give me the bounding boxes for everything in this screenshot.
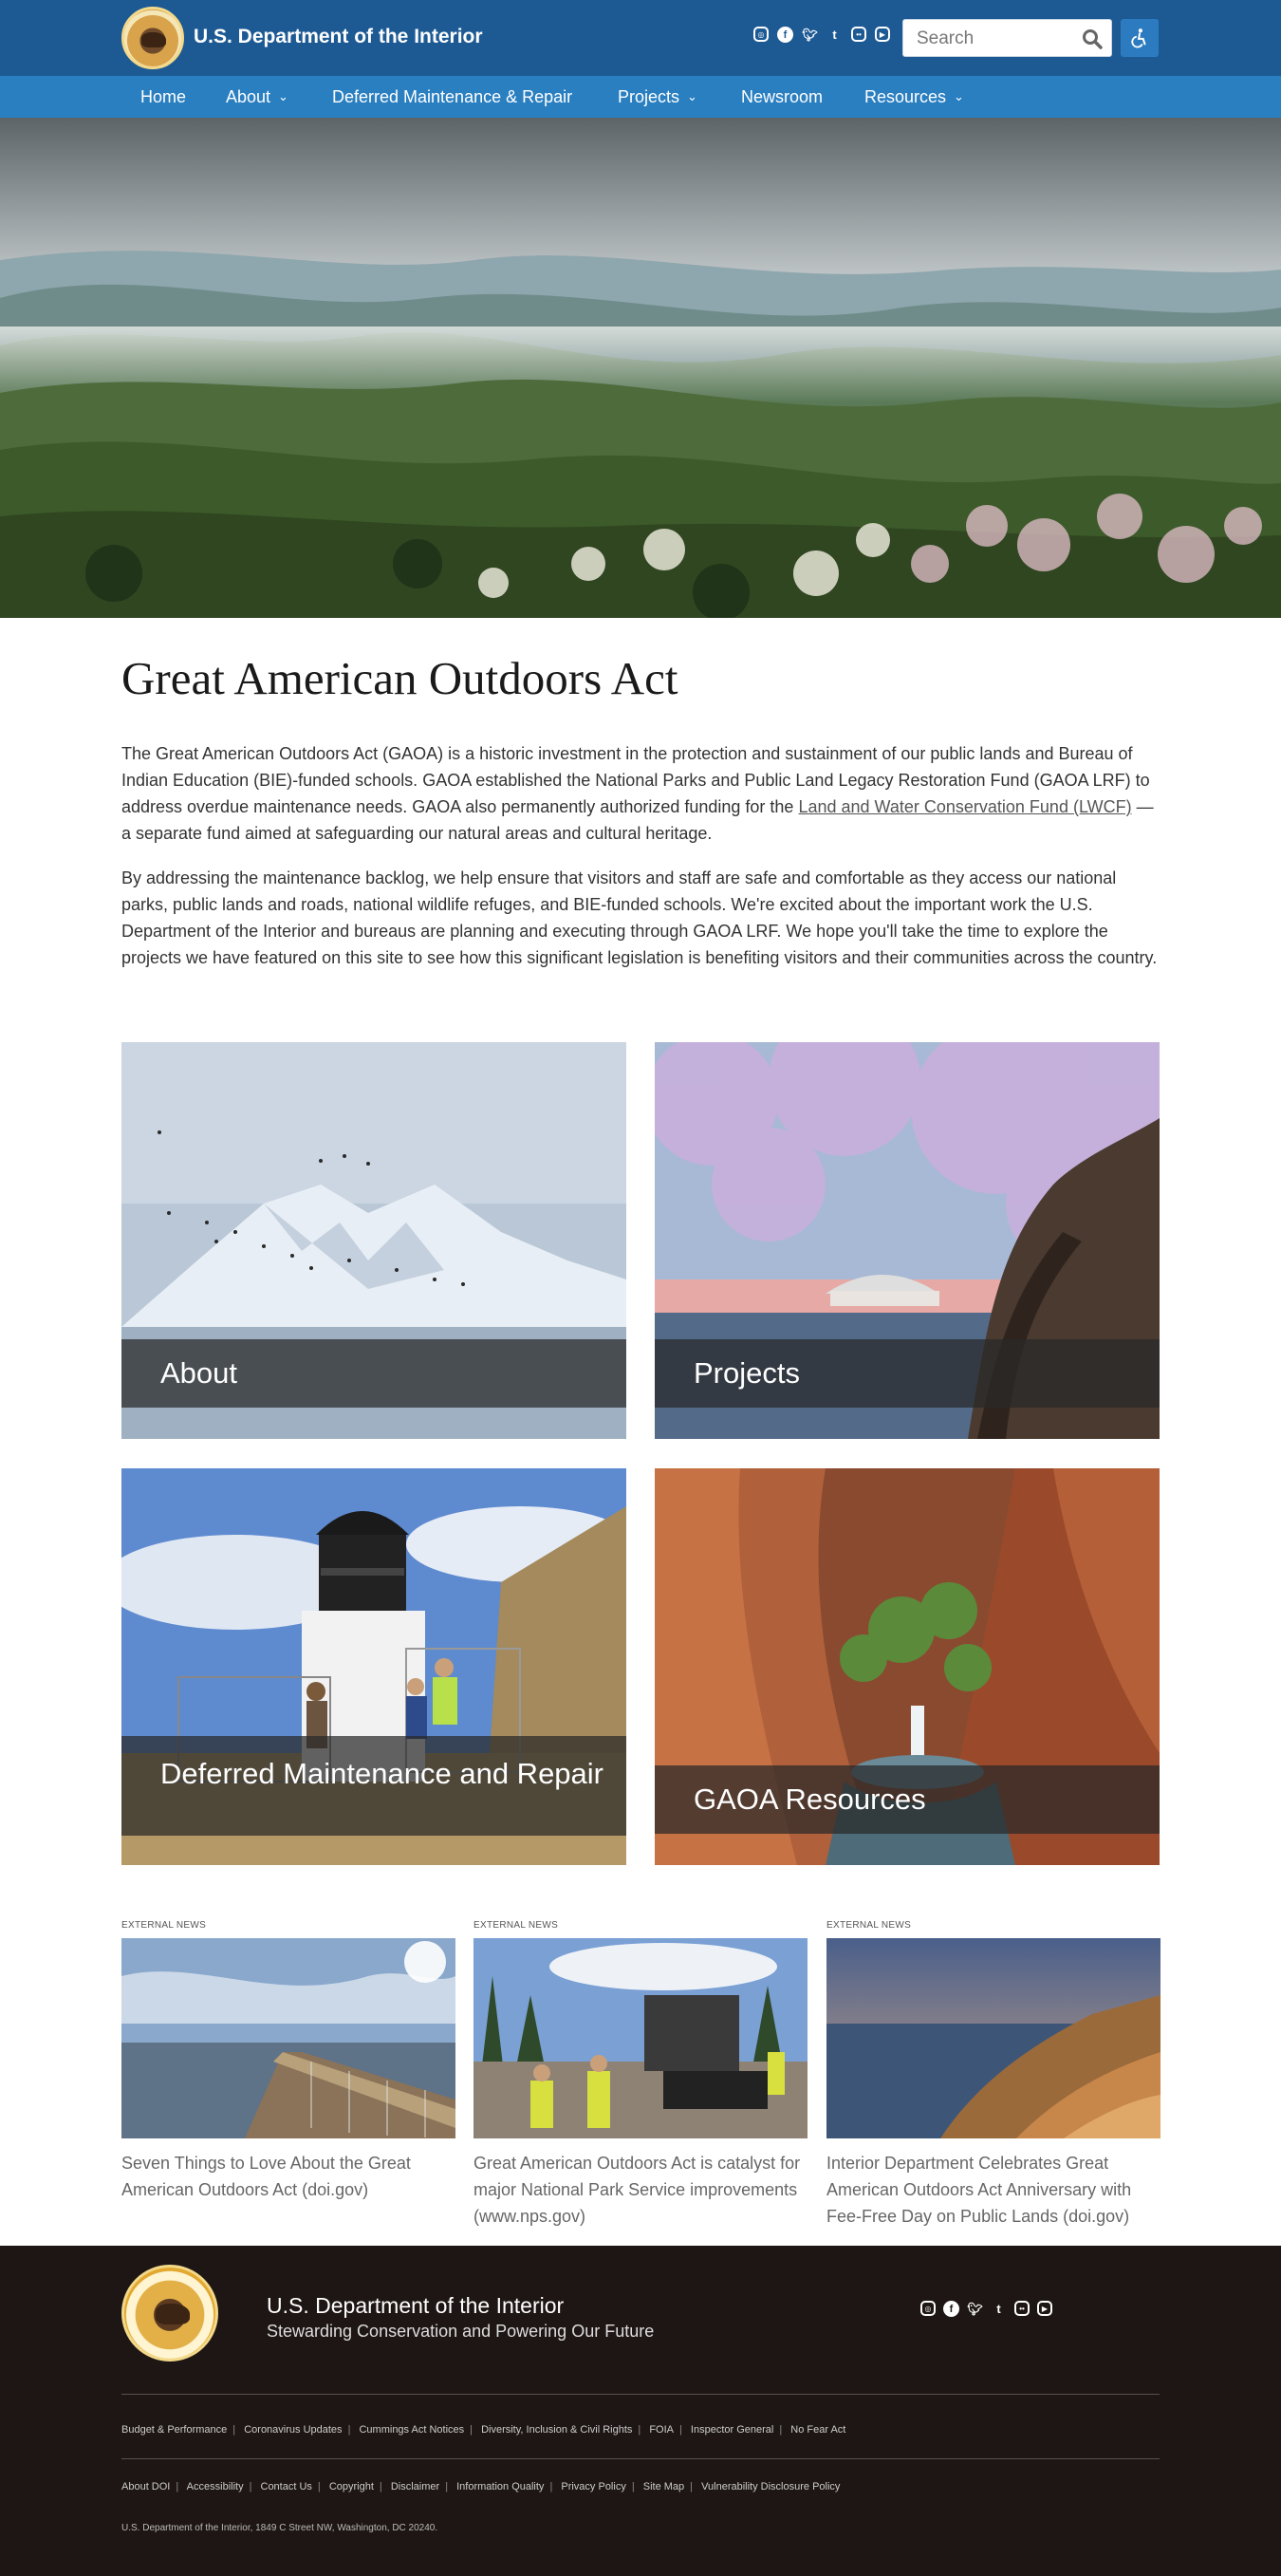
footer-social-links: ◎ f 🐦︎ t •• ▶ <box>920 2301 1052 2317</box>
social-links: ◎ f 🐦︎ t •• ▶ <box>753 27 890 43</box>
flickr-icon[interactable]: •• <box>1014 2301 1030 2316</box>
footer-link[interactable]: About DOI <box>121 2481 170 2492</box>
news-title-link[interactable]: Great American Outdoors Act is catalyst … <box>473 2150 808 2230</box>
accessibility-icon <box>1131 28 1146 48</box>
footer-link[interactable]: Site Map <box>643 2481 684 2492</box>
doi-seal-logo[interactable] <box>121 2265 218 2361</box>
footer-link[interactable]: Information Quality <box>456 2481 544 2492</box>
card-gaoa-resources-label: GAOA Resources <box>694 1783 926 1816</box>
footer-link[interactable]: Contact Us <box>261 2481 312 2492</box>
footer-links-secondary: About DOI | Accessibility | Contact Us | Co… <box>121 2481 841 2492</box>
tumblr-icon[interactable]: t <box>826 27 843 43</box>
news-kicker: EXTERNAL NEWS <box>121 1920 207 1931</box>
card-deferred-maintenance[interactable]: Deferred Maintenance and Repair <box>121 1468 626 1865</box>
flickr-icon[interactable]: •• <box>851 27 866 42</box>
footer-link[interactable]: Cummings Act Notices <box>359 2424 464 2436</box>
search-input[interactable] <box>917 28 1078 49</box>
lwcf-link[interactable]: Land and Water Conservation Fund (LWCF) <box>798 797 1131 816</box>
instagram-icon[interactable]: ◎ <box>920 2301 936 2316</box>
youtube-icon[interactable]: ▶ <box>875 27 890 42</box>
news-image[interactable] <box>473 1938 808 2138</box>
nav-item-deferred-maintenance[interactable]: Deferred Maintenance & Repair <box>332 76 572 118</box>
doi-seal-logo[interactable] <box>121 7 184 69</box>
footer-link[interactable]: FOIA <box>649 2424 674 2436</box>
nav-item-resources[interactable]: Resources ⌄ <box>864 76 964 118</box>
news-title-link[interactable]: Seven Things to Love About the Great Ame… <box>121 2150 455 2203</box>
footer-link[interactable]: No Fear Act <box>790 2424 845 2436</box>
footer-address: U.S. Department of the Interior, 1849 C … <box>121 2523 438 2533</box>
footer-link[interactable]: Privacy Policy <box>561 2481 625 2492</box>
card-gaoa-resources[interactable]: GAOA Resources <box>655 1468 1160 1865</box>
instagram-icon[interactable]: ◎ <box>753 27 769 42</box>
footer-link[interactable]: Coronavirus Updates <box>244 2424 342 2436</box>
footer-link[interactable]: Vulnerability Disclosure Policy <box>701 2481 840 2492</box>
card-about[interactable]: About <box>121 1042 626 1439</box>
twitter-icon[interactable]: 🐦︎ <box>967 2301 983 2317</box>
chevron-down-icon: ⌄ <box>278 89 288 103</box>
youtube-icon[interactable]: ▶ <box>1037 2301 1052 2316</box>
footer-title: U.S. Department of the Interior <box>267 2293 565 2318</box>
page-title: Great American Outdoors Act <box>121 652 678 704</box>
accessibility-button[interactable] <box>1121 19 1159 57</box>
footer-link[interactable]: Disclaimer <box>391 2481 439 2492</box>
twitter-icon[interactable]: 🐦︎ <box>802 27 818 43</box>
nav-item-about[interactable]: About ⌄ <box>226 76 288 118</box>
hero-image <box>0 118 1281 618</box>
footer-links-primary: Budget & Performance | Coronavirus Update… <box>121 2424 846 2436</box>
site-title[interactable]: U.S. Department of the Interior <box>194 26 483 48</box>
tumblr-icon[interactable]: t <box>991 2301 1007 2317</box>
footer-link[interactable]: Inspector General <box>691 2424 773 2436</box>
footer-link[interactable]: Copyright <box>329 2481 374 2492</box>
body-paragraph: By addressing the maintenance backlog, w… <box>121 868 1158 967</box>
news-title-link[interactable]: Interior Department Celebrates Great Ame… <box>826 2150 1160 2230</box>
news-image[interactable] <box>121 1938 455 2138</box>
footer-link[interactable]: Budget & Performance <box>121 2424 227 2436</box>
facebook-icon[interactable]: f <box>777 27 793 43</box>
card-projects[interactable]: Projects <box>655 1042 1160 1439</box>
intro-paragraph: The Great American Outdoors Act (GAOA) i… <box>121 744 1154 843</box>
footer-divider <box>121 2394 1160 2395</box>
chevron-down-icon: ⌄ <box>687 89 697 103</box>
footer-link[interactable]: Accessibility <box>187 2481 244 2492</box>
card-about-label: About <box>160 1356 238 1390</box>
nav-item-newsroom[interactable]: Newsroom <box>741 76 823 118</box>
facebook-icon[interactable]: f <box>943 2301 959 2317</box>
news-kicker: EXTERNAL NEWS <box>826 1920 912 1931</box>
card-deferred-maintenance-label: Deferred Maintenance and Repair <box>160 1757 603 1790</box>
chevron-down-icon: ⌄ <box>954 89 964 103</box>
footer-divider <box>121 2458 1160 2459</box>
search-box <box>902 19 1112 57</box>
footer-link[interactable]: Diversity, Inclusion & Civil Rights <box>481 2424 632 2436</box>
top-bar: U.S. Department of the Interior ◎ f 🐦︎ t… <box>0 0 1281 76</box>
nav-item-projects[interactable]: Projects ⌄ <box>618 76 697 118</box>
news-image[interactable] <box>826 1938 1160 2138</box>
card-projects-label: Projects <box>694 1356 800 1390</box>
search-icon[interactable] <box>1081 28 1104 50</box>
news-kicker: EXTERNAL NEWS <box>473 1920 559 1931</box>
footer-tagline: Stewarding Conservation and Powering Our… <box>267 2322 655 2341</box>
main-nav: Home About ⌄ Deferred Maintenance & Repai… <box>0 76 1281 118</box>
nav-item-home[interactable]: Home <box>140 76 186 118</box>
